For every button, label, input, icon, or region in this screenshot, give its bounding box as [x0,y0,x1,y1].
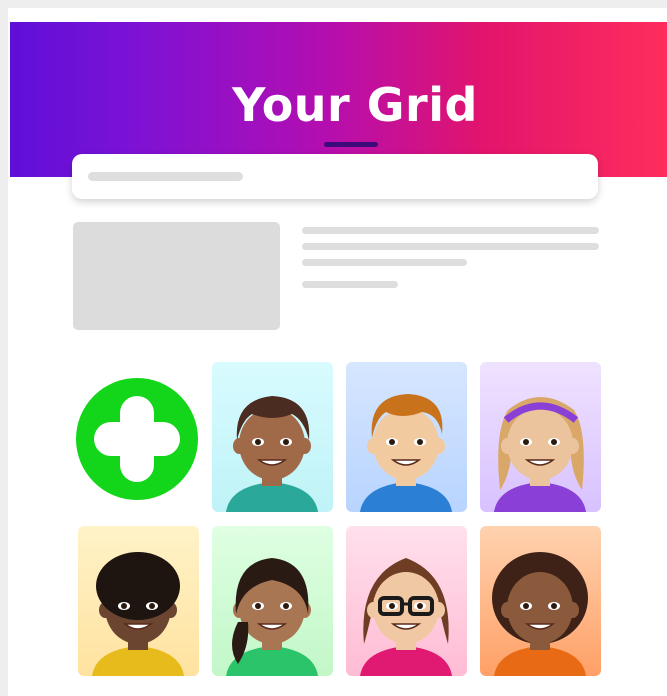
avatar-tile[interactable] [212,362,333,512]
avatar-tile[interactable] [480,362,601,512]
add-avatar-button[interactable] [76,378,198,500]
text-skeleton-line [302,281,398,288]
text-skeleton-line [302,259,467,266]
avatar-tile[interactable] [346,526,467,676]
text-skeleton-line [302,243,599,250]
image-placeholder [73,222,280,330]
avatar-tile[interactable] [212,526,333,676]
page-title: Your Grid [232,78,478,132]
avatar-tile[interactable] [78,526,199,676]
title-underline [324,142,378,147]
text-skeleton-line [302,227,599,234]
search-text-skeleton [88,172,243,181]
search-bar-placeholder[interactable] [72,154,598,199]
avatar-tile[interactable] [346,362,467,512]
avatar-tile[interactable] [480,526,601,676]
